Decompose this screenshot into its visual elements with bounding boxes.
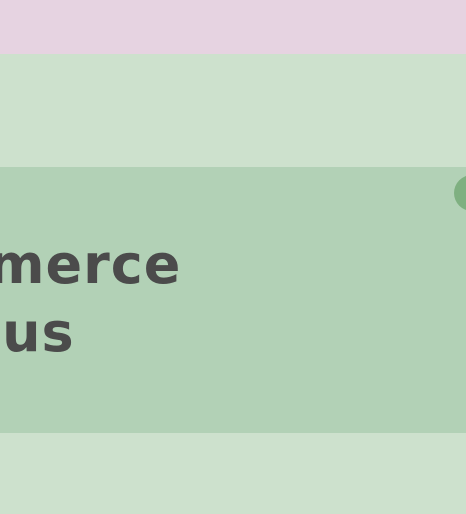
lower-green-band [0,433,466,514]
card-heading-line-1: mmerce [0,233,182,296]
card-heading-line-2: ocus [0,301,75,364]
upper-green-band [0,54,466,167]
card-heading: mmerce ocus [0,231,181,367]
accent-dot [454,175,466,211]
top-pink-band [0,0,466,54]
feature-card: mmerce ocus [0,167,466,433]
